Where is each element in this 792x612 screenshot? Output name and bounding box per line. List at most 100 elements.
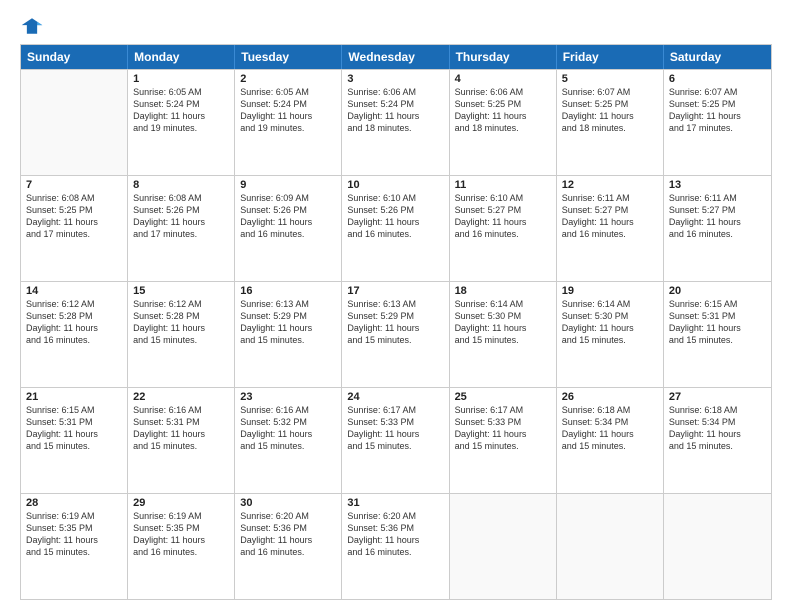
day-cell-11: 11Sunrise: 6:10 AM Sunset: 5:27 PM Dayli… bbox=[450, 176, 557, 281]
weekday-header-friday: Friday bbox=[557, 45, 664, 69]
day-number: 6 bbox=[669, 73, 766, 85]
day-info: Sunrise: 6:15 AM Sunset: 5:31 PM Dayligh… bbox=[26, 404, 122, 453]
weekday-header-wednesday: Wednesday bbox=[342, 45, 449, 69]
day-cell-12: 12Sunrise: 6:11 AM Sunset: 5:27 PM Dayli… bbox=[557, 176, 664, 281]
day-number: 11 bbox=[455, 179, 551, 191]
day-number: 23 bbox=[240, 391, 336, 403]
day-info: Sunrise: 6:12 AM Sunset: 5:28 PM Dayligh… bbox=[26, 298, 122, 347]
day-cell-29: 29Sunrise: 6:19 AM Sunset: 5:35 PM Dayli… bbox=[128, 494, 235, 599]
header bbox=[20, 16, 772, 36]
day-cell-6: 6Sunrise: 6:07 AM Sunset: 5:25 PM Daylig… bbox=[664, 70, 771, 175]
empty-cell bbox=[450, 494, 557, 599]
day-cell-13: 13Sunrise: 6:11 AM Sunset: 5:27 PM Dayli… bbox=[664, 176, 771, 281]
day-info: Sunrise: 6:20 AM Sunset: 5:36 PM Dayligh… bbox=[347, 510, 443, 559]
day-info: Sunrise: 6:16 AM Sunset: 5:31 PM Dayligh… bbox=[133, 404, 229, 453]
day-cell-31: 31Sunrise: 6:20 AM Sunset: 5:36 PM Dayli… bbox=[342, 494, 449, 599]
day-info: Sunrise: 6:19 AM Sunset: 5:35 PM Dayligh… bbox=[26, 510, 122, 559]
day-number: 10 bbox=[347, 179, 443, 191]
day-cell-9: 9Sunrise: 6:09 AM Sunset: 5:26 PM Daylig… bbox=[235, 176, 342, 281]
day-cell-22: 22Sunrise: 6:16 AM Sunset: 5:31 PM Dayli… bbox=[128, 388, 235, 493]
weekday-header-sunday: Sunday bbox=[21, 45, 128, 69]
day-number: 18 bbox=[455, 285, 551, 297]
day-cell-7: 7Sunrise: 6:08 AM Sunset: 5:25 PM Daylig… bbox=[21, 176, 128, 281]
day-info: Sunrise: 6:07 AM Sunset: 5:25 PM Dayligh… bbox=[669, 86, 766, 135]
day-number: 13 bbox=[669, 179, 766, 191]
day-cell-5: 5Sunrise: 6:07 AM Sunset: 5:25 PM Daylig… bbox=[557, 70, 664, 175]
day-cell-30: 30Sunrise: 6:20 AM Sunset: 5:36 PM Dayli… bbox=[235, 494, 342, 599]
weekday-header-saturday: Saturday bbox=[664, 45, 771, 69]
day-cell-24: 24Sunrise: 6:17 AM Sunset: 5:33 PM Dayli… bbox=[342, 388, 449, 493]
day-number: 30 bbox=[240, 497, 336, 509]
day-cell-27: 27Sunrise: 6:18 AM Sunset: 5:34 PM Dayli… bbox=[664, 388, 771, 493]
day-cell-3: 3Sunrise: 6:06 AM Sunset: 5:24 PM Daylig… bbox=[342, 70, 449, 175]
weekday-header-monday: Monday bbox=[128, 45, 235, 69]
day-number: 31 bbox=[347, 497, 443, 509]
day-info: Sunrise: 6:08 AM Sunset: 5:25 PM Dayligh… bbox=[26, 192, 122, 241]
day-number: 21 bbox=[26, 391, 122, 403]
day-number: 28 bbox=[26, 497, 122, 509]
day-cell-28: 28Sunrise: 6:19 AM Sunset: 5:35 PM Dayli… bbox=[21, 494, 128, 599]
day-info: Sunrise: 6:13 AM Sunset: 5:29 PM Dayligh… bbox=[240, 298, 336, 347]
logo bbox=[20, 16, 48, 36]
day-cell-8: 8Sunrise: 6:08 AM Sunset: 5:26 PM Daylig… bbox=[128, 176, 235, 281]
day-info: Sunrise: 6:14 AM Sunset: 5:30 PM Dayligh… bbox=[455, 298, 551, 347]
day-info: Sunrise: 6:12 AM Sunset: 5:28 PM Dayligh… bbox=[133, 298, 229, 347]
day-number: 14 bbox=[26, 285, 122, 297]
day-info: Sunrise: 6:18 AM Sunset: 5:34 PM Dayligh… bbox=[669, 404, 766, 453]
day-info: Sunrise: 6:08 AM Sunset: 5:26 PM Dayligh… bbox=[133, 192, 229, 241]
day-info: Sunrise: 6:05 AM Sunset: 5:24 PM Dayligh… bbox=[133, 86, 229, 135]
day-cell-20: 20Sunrise: 6:15 AM Sunset: 5:31 PM Dayli… bbox=[664, 282, 771, 387]
day-info: Sunrise: 6:18 AM Sunset: 5:34 PM Dayligh… bbox=[562, 404, 658, 453]
calendar-row-2: 14Sunrise: 6:12 AM Sunset: 5:28 PM Dayli… bbox=[21, 281, 771, 387]
calendar-row-0: 1Sunrise: 6:05 AM Sunset: 5:24 PM Daylig… bbox=[21, 69, 771, 175]
day-cell-4: 4Sunrise: 6:06 AM Sunset: 5:25 PM Daylig… bbox=[450, 70, 557, 175]
day-cell-2: 2Sunrise: 6:05 AM Sunset: 5:24 PM Daylig… bbox=[235, 70, 342, 175]
day-number: 20 bbox=[669, 285, 766, 297]
day-info: Sunrise: 6:11 AM Sunset: 5:27 PM Dayligh… bbox=[669, 192, 766, 241]
empty-cell bbox=[21, 70, 128, 175]
weekday-header-tuesday: Tuesday bbox=[235, 45, 342, 69]
calendar: SundayMondayTuesdayWednesdayThursdayFrid… bbox=[20, 44, 772, 600]
day-cell-23: 23Sunrise: 6:16 AM Sunset: 5:32 PM Dayli… bbox=[235, 388, 342, 493]
day-number: 24 bbox=[347, 391, 443, 403]
day-number: 9 bbox=[240, 179, 336, 191]
day-number: 5 bbox=[562, 73, 658, 85]
page: SundayMondayTuesdayWednesdayThursdayFrid… bbox=[0, 0, 792, 612]
day-info: Sunrise: 6:19 AM Sunset: 5:35 PM Dayligh… bbox=[133, 510, 229, 559]
day-number: 2 bbox=[240, 73, 336, 85]
day-number: 16 bbox=[240, 285, 336, 297]
day-info: Sunrise: 6:09 AM Sunset: 5:26 PM Dayligh… bbox=[240, 192, 336, 241]
calendar-row-3: 21Sunrise: 6:15 AM Sunset: 5:31 PM Dayli… bbox=[21, 387, 771, 493]
day-info: Sunrise: 6:06 AM Sunset: 5:25 PM Dayligh… bbox=[455, 86, 551, 135]
calendar-header: SundayMondayTuesdayWednesdayThursdayFrid… bbox=[21, 45, 771, 69]
day-info: Sunrise: 6:05 AM Sunset: 5:24 PM Dayligh… bbox=[240, 86, 336, 135]
day-cell-25: 25Sunrise: 6:17 AM Sunset: 5:33 PM Dayli… bbox=[450, 388, 557, 493]
day-cell-18: 18Sunrise: 6:14 AM Sunset: 5:30 PM Dayli… bbox=[450, 282, 557, 387]
day-number: 12 bbox=[562, 179, 658, 191]
logo-icon bbox=[20, 16, 44, 36]
empty-cell bbox=[664, 494, 771, 599]
day-info: Sunrise: 6:06 AM Sunset: 5:24 PM Dayligh… bbox=[347, 86, 443, 135]
day-info: Sunrise: 6:10 AM Sunset: 5:27 PM Dayligh… bbox=[455, 192, 551, 241]
day-info: Sunrise: 6:17 AM Sunset: 5:33 PM Dayligh… bbox=[455, 404, 551, 453]
day-number: 17 bbox=[347, 285, 443, 297]
day-info: Sunrise: 6:17 AM Sunset: 5:33 PM Dayligh… bbox=[347, 404, 443, 453]
day-cell-1: 1Sunrise: 6:05 AM Sunset: 5:24 PM Daylig… bbox=[128, 70, 235, 175]
day-info: Sunrise: 6:11 AM Sunset: 5:27 PM Dayligh… bbox=[562, 192, 658, 241]
calendar-row-1: 7Sunrise: 6:08 AM Sunset: 5:25 PM Daylig… bbox=[21, 175, 771, 281]
day-number: 25 bbox=[455, 391, 551, 403]
day-number: 8 bbox=[133, 179, 229, 191]
calendar-row-4: 28Sunrise: 6:19 AM Sunset: 5:35 PM Dayli… bbox=[21, 493, 771, 599]
empty-cell bbox=[557, 494, 664, 599]
day-info: Sunrise: 6:07 AM Sunset: 5:25 PM Dayligh… bbox=[562, 86, 658, 135]
day-number: 1 bbox=[133, 73, 229, 85]
day-info: Sunrise: 6:15 AM Sunset: 5:31 PM Dayligh… bbox=[669, 298, 766, 347]
day-number: 27 bbox=[669, 391, 766, 403]
day-cell-19: 19Sunrise: 6:14 AM Sunset: 5:30 PM Dayli… bbox=[557, 282, 664, 387]
day-number: 29 bbox=[133, 497, 229, 509]
day-number: 22 bbox=[133, 391, 229, 403]
day-cell-14: 14Sunrise: 6:12 AM Sunset: 5:28 PM Dayli… bbox=[21, 282, 128, 387]
weekday-header-thursday: Thursday bbox=[450, 45, 557, 69]
day-number: 15 bbox=[133, 285, 229, 297]
day-number: 19 bbox=[562, 285, 658, 297]
